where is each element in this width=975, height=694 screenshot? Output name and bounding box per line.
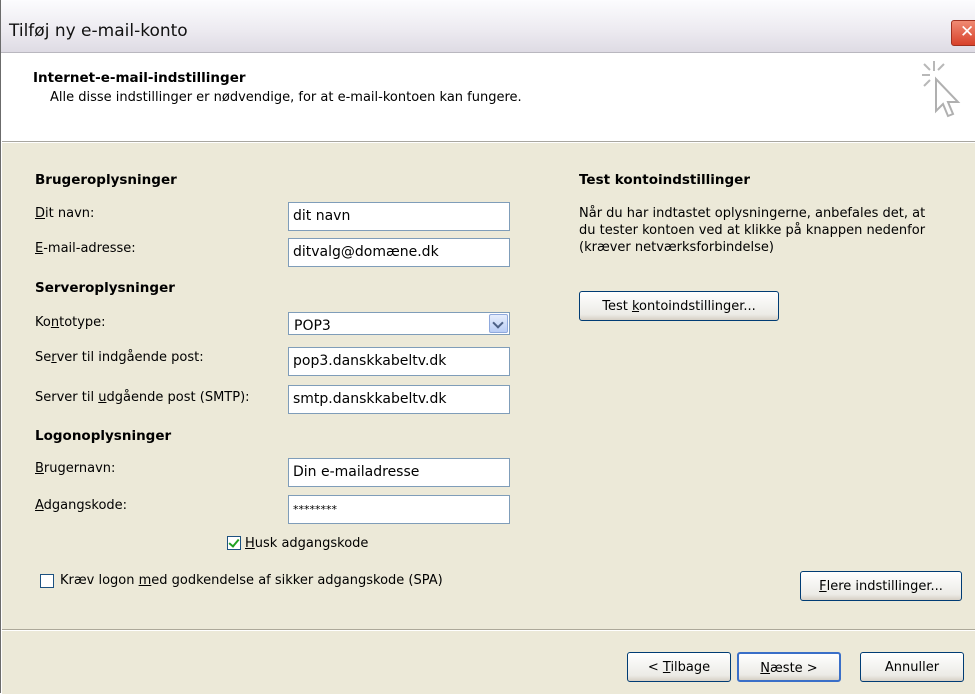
footer-divider	[2, 629, 975, 631]
next-button[interactable]: Næste >	[737, 652, 841, 682]
header-title: Internet-e-mail-indstillinger	[33, 70, 246, 86]
incoming-server-input[interactable]: pop3.danskkabeltv.dk	[288, 347, 510, 376]
cursor-click-icon	[922, 61, 961, 118]
password-input[interactable]: ********	[288, 495, 510, 524]
cancel-button[interactable]: Annuller	[860, 652, 964, 682]
header-panel: Internet-e-mail-indstillinger Alle disse…	[2, 53, 975, 142]
test-account-settings-button[interactable]: Test kontoindstillinger...	[579, 291, 779, 321]
password-label: Adgangskode:	[35, 498, 128, 513]
test-description-line1: Når du har indtastet oplysningerne, anbe…	[579, 206, 926, 221]
chevron-down-icon[interactable]	[489, 314, 508, 333]
email-label: E-mail-adresse:	[35, 241, 136, 256]
spa-label: Kræv logon med godkendelse af sikker adg…	[60, 573, 443, 588]
test-description-line2: du tester kontoen ved at klikke på knapp…	[579, 223, 926, 238]
dialog-window: Tilføj ny e-mail-konto Internet-e-mail-i…	[0, 0, 975, 694]
remember-password-checkbox[interactable]	[227, 536, 241, 550]
name-label: Dit navn:	[35, 206, 95, 221]
window-title: Tilføj ny e-mail-konto	[9, 21, 188, 41]
outgoing-server-label: Server til udgående post (SMTP):	[35, 390, 250, 405]
test-heading: Test kontoindstillinger	[579, 172, 750, 188]
close-button[interactable]	[951, 20, 975, 46]
logon-info-heading: Logonoplysninger	[35, 428, 172, 444]
name-input[interactable]: dit navn	[288, 202, 510, 231]
incoming-server-label: Server til indgående post:	[35, 350, 204, 365]
test-description-line3: (kræver netværksforbindelse)	[579, 240, 774, 255]
spa-checkbox[interactable]	[40, 574, 54, 588]
server-info-heading: Serveroplysninger	[35, 280, 175, 296]
username-label: Brugernavn:	[35, 461, 116, 476]
header-subtitle: Alle disse indstillinger er nødvendige, …	[50, 90, 522, 105]
outgoing-server-input[interactable]: smtp.danskkabeltv.dk	[288, 385, 510, 414]
account-type-label: Kontotype:	[35, 315, 106, 330]
title-bar: Tilføj ny e-mail-konto	[1, 0, 975, 53]
more-settings-button[interactable]: Flere indstillinger...	[800, 571, 962, 601]
email-input[interactable]: ditvalg@domæne.dk	[288, 238, 510, 267]
account-type-value: POP3	[294, 318, 331, 334]
account-type-select[interactable]: POP3	[288, 312, 510, 335]
username-input[interactable]: Din e-mailadresse	[288, 458, 510, 487]
remember-password-label: Husk adgangskode	[245, 536, 369, 551]
back-button[interactable]: < Tilbage	[627, 652, 731, 682]
form-body: Brugeroplysninger Dit navn: dit navn E-m…	[2, 142, 975, 694]
user-info-heading: Brugeroplysninger	[35, 172, 177, 188]
